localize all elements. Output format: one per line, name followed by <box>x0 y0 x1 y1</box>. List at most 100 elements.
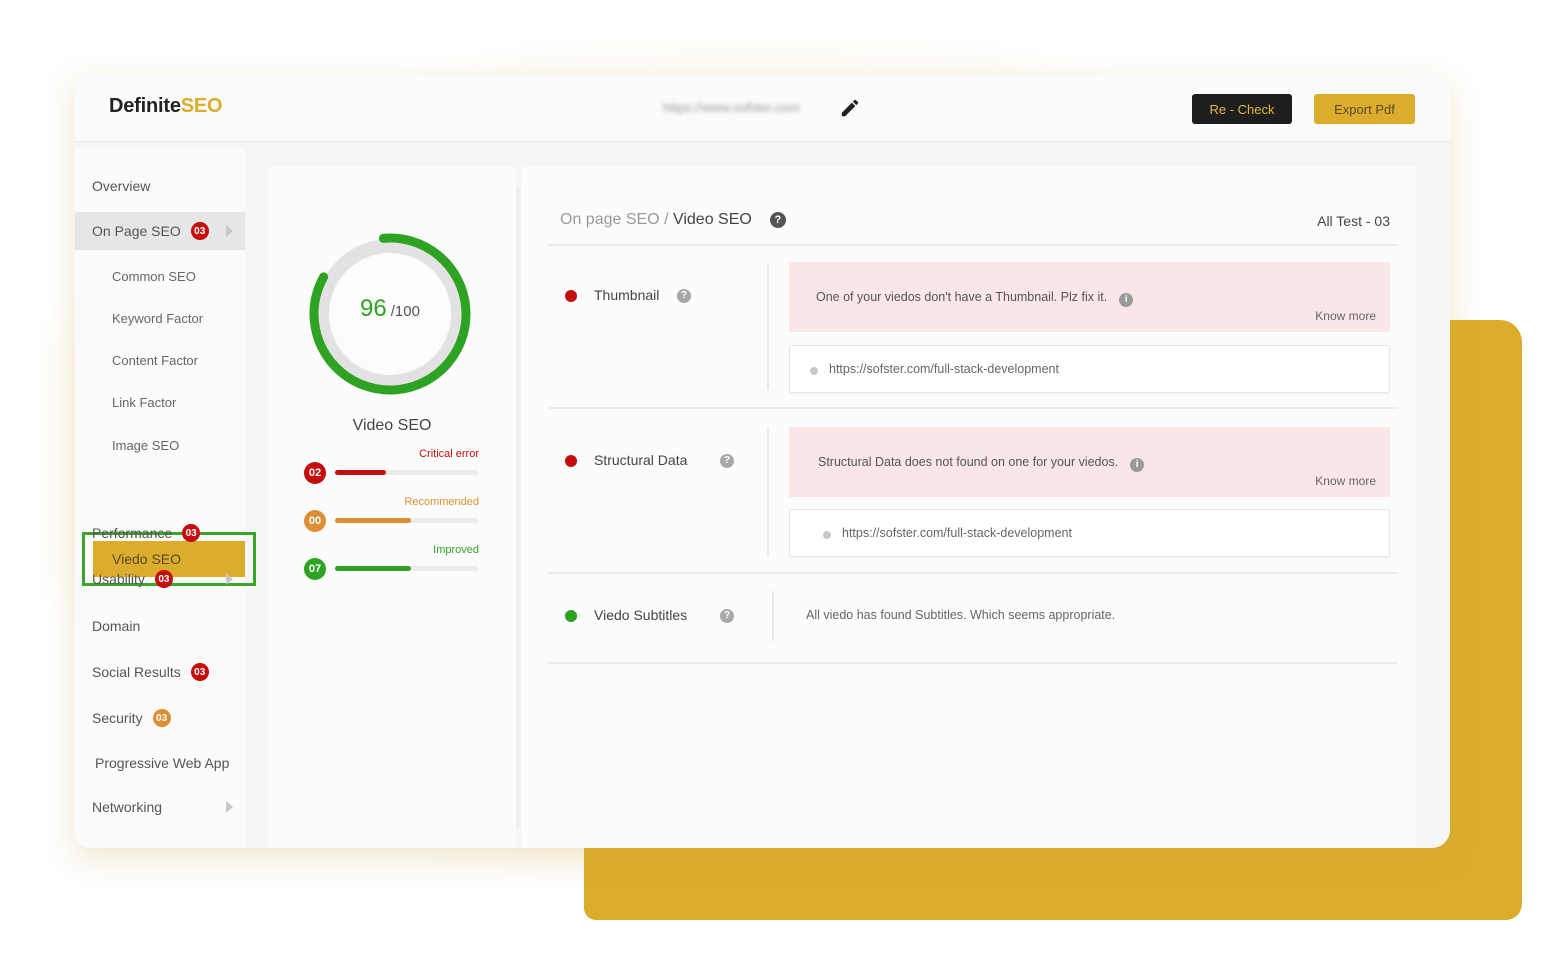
chevron-right-icon <box>226 225 233 237</box>
score-value: 96 <box>360 295 387 322</box>
sidebar-item-performance[interactable]: Performance 03 <box>75 514 245 552</box>
sidebar-item-common-seo[interactable]: Common SEO <box>75 257 245 295</box>
score-readout: 96/100 <box>305 295 475 323</box>
sidebar-item-on-page-seo[interactable]: On Page SEO 03 <box>75 212 245 250</box>
affected-url[interactable]: https://sofster.com/full-stack-developme… <box>829 362 1059 376</box>
divider <box>548 244 1398 246</box>
count-badge: 03 <box>154 570 173 588</box>
sidebar-item-label: Security <box>92 710 143 726</box>
error-alert: Structural Data does not found on one fo… <box>789 427 1390 497</box>
sidebar-item-image-seo[interactable]: Image SEO <box>75 426 245 464</box>
count-badge: 03 <box>190 663 209 681</box>
stat-bar-fill <box>335 518 411 523</box>
count-badge: 03 <box>152 709 171 727</box>
column-divider <box>767 264 769 390</box>
help-icon[interactable]: ? <box>769 212 786 228</box>
breadcrumb-separator: / <box>659 211 673 228</box>
know-more-link[interactable]: Know more <box>1315 309 1376 323</box>
top-bar: DefiniteSEO https://www.sofster.com Re -… <box>75 75 1450 143</box>
info-icon[interactable]: i <box>1130 458 1145 472</box>
test-name: Viedo Subtitles <box>594 607 688 623</box>
affected-url-box: https://sofster.com/full-stack-developme… <box>789 345 1390 393</box>
stat-count-badge: 07 <box>304 558 326 580</box>
stat-label: Improved <box>433 544 479 556</box>
breadcrumb-current: Video SEO <box>672 211 752 228</box>
alert-text: One of your viedos don't have a Thumbnai… <box>816 290 1108 304</box>
sidebar-item-domain[interactable]: Domain <box>75 607 245 645</box>
sidebar-item-label: Link Factor <box>112 394 177 410</box>
chevron-right-icon <box>226 573 233 585</box>
breadcrumb-parent[interactable]: On page SEO <box>560 211 660 228</box>
sidebar-item-label: Keyword Factor <box>112 310 204 326</box>
sidebar-item-label: Social Results <box>92 664 181 680</box>
stat-count-badge: 00 <box>304 510 326 532</box>
alert-message: One of your viedos don't have a Thumbnai… <box>816 290 1134 307</box>
sidebar-item-label: Overview <box>92 178 151 194</box>
breadcrumb: On page SEO / Video SEO? <box>560 211 786 229</box>
error-alert: One of your viedos don't have a Thumbnai… <box>789 262 1390 332</box>
help-icon[interactable]: ? <box>677 289 691 303</box>
sidebar: Overview On Page SEO 03 Common SEO Keywor… <box>75 147 256 848</box>
sidebar-item-usability[interactable]: Usability 03 <box>75 560 245 598</box>
test-row-video-subtitles: Viedo Subtitles ? All viedo has found Su… <box>548 587 1398 657</box>
all-test-count: All Test - 03 <box>1317 213 1390 229</box>
sidebar-item-progressive-web-app[interactable]: Progressive Web App <box>75 744 245 782</box>
bullet-icon <box>810 367 818 375</box>
affected-url-box: https://sofster.com/full-stack-developme… <box>789 509 1390 557</box>
pencil-icon[interactable] <box>839 97 861 119</box>
sidebar-item-label: On Page SEO <box>92 223 181 239</box>
status-pass-dot <box>565 610 577 622</box>
count-badge: 03 <box>182 524 201 542</box>
divider <box>548 662 1398 664</box>
sidebar-item-link-factor[interactable]: Link Factor <box>75 383 245 421</box>
logo-text: Definite <box>109 95 181 117</box>
sidebar-item-label: Domain <box>92 618 141 634</box>
score-gauge: 96/100 <box>305 229 475 399</box>
know-more-link[interactable]: Know more <box>1315 474 1376 488</box>
stat-bar-fill <box>335 470 387 475</box>
sidebar-item-content-factor[interactable]: Content Factor <box>75 341 245 379</box>
alert-message: Structural Data does not found on one fo… <box>818 455 1145 472</box>
score-max: /100 <box>390 303 420 320</box>
column-divider <box>767 429 769 555</box>
status-error-dot <box>565 455 577 467</box>
affected-url[interactable]: https://sofster.com/full-stack-developme… <box>842 526 1072 540</box>
count-badge: 03 <box>190 222 209 240</box>
divider <box>548 572 1398 574</box>
test-row-thumbnail: Thumbnail ? One of your viedos don't hav… <box>548 262 1398 407</box>
divider <box>548 407 1398 409</box>
bullet-icon <box>823 531 831 539</box>
site-url: https://www.sofster.com <box>663 100 800 115</box>
stat-bar-track <box>335 566 478 571</box>
stat-bar-fill <box>335 566 411 571</box>
test-row-structural-data: Structural Data ? Structural Data does n… <box>548 427 1398 572</box>
stat-bar-track <box>335 518 478 523</box>
logo: DefiniteSEO <box>109 95 223 118</box>
sidebar-item-networking[interactable]: Networking <box>75 788 245 826</box>
sidebar-item-label: Progressive Web App <box>95 755 230 771</box>
recheck-button[interactable]: Re - Check <box>1192 94 1292 124</box>
stat-critical-error: 02 Critical error <box>304 448 479 484</box>
logo-accent-text: SEO <box>180 95 223 117</box>
info-icon[interactable]: i <box>1119 293 1134 307</box>
sidebar-item-label: Networking <box>92 799 163 815</box>
stat-improved: 07 Improved <box>304 544 479 580</box>
test-name: Thumbnail <box>594 287 660 303</box>
score-label: Video SEO <box>352 417 432 434</box>
sidebar-item-keyword-factor[interactable]: Keyword Factor <box>75 299 245 337</box>
sidebar-item-security[interactable]: Security 03 <box>75 699 245 737</box>
help-icon[interactable]: ? <box>720 454 734 468</box>
export-pdf-button[interactable]: Export Pdf <box>1314 94 1415 124</box>
help-icon[interactable]: ? <box>720 609 734 623</box>
sidebar-item-label: Performance <box>92 525 173 541</box>
app-window: DefiniteSEO https://www.sofster.com Re -… <box>75 75 1450 848</box>
results-panel: On page SEO / Video SEO? All Test - 03 T… <box>521 167 1416 848</box>
sidebar-item-overview[interactable]: Overview <box>75 167 245 205</box>
test-name: Structural Data <box>594 452 688 468</box>
alert-text: Structural Data does not found on one fo… <box>818 455 1119 469</box>
stat-label: Critical error <box>419 448 479 460</box>
stat-label: Recommended <box>404 496 479 508</box>
sidebar-item-label: Common SEO <box>112 268 196 284</box>
sidebar-item-social-results[interactable]: Social Results 03 <box>75 653 245 691</box>
sidebar-item-label: Usability <box>92 571 145 587</box>
